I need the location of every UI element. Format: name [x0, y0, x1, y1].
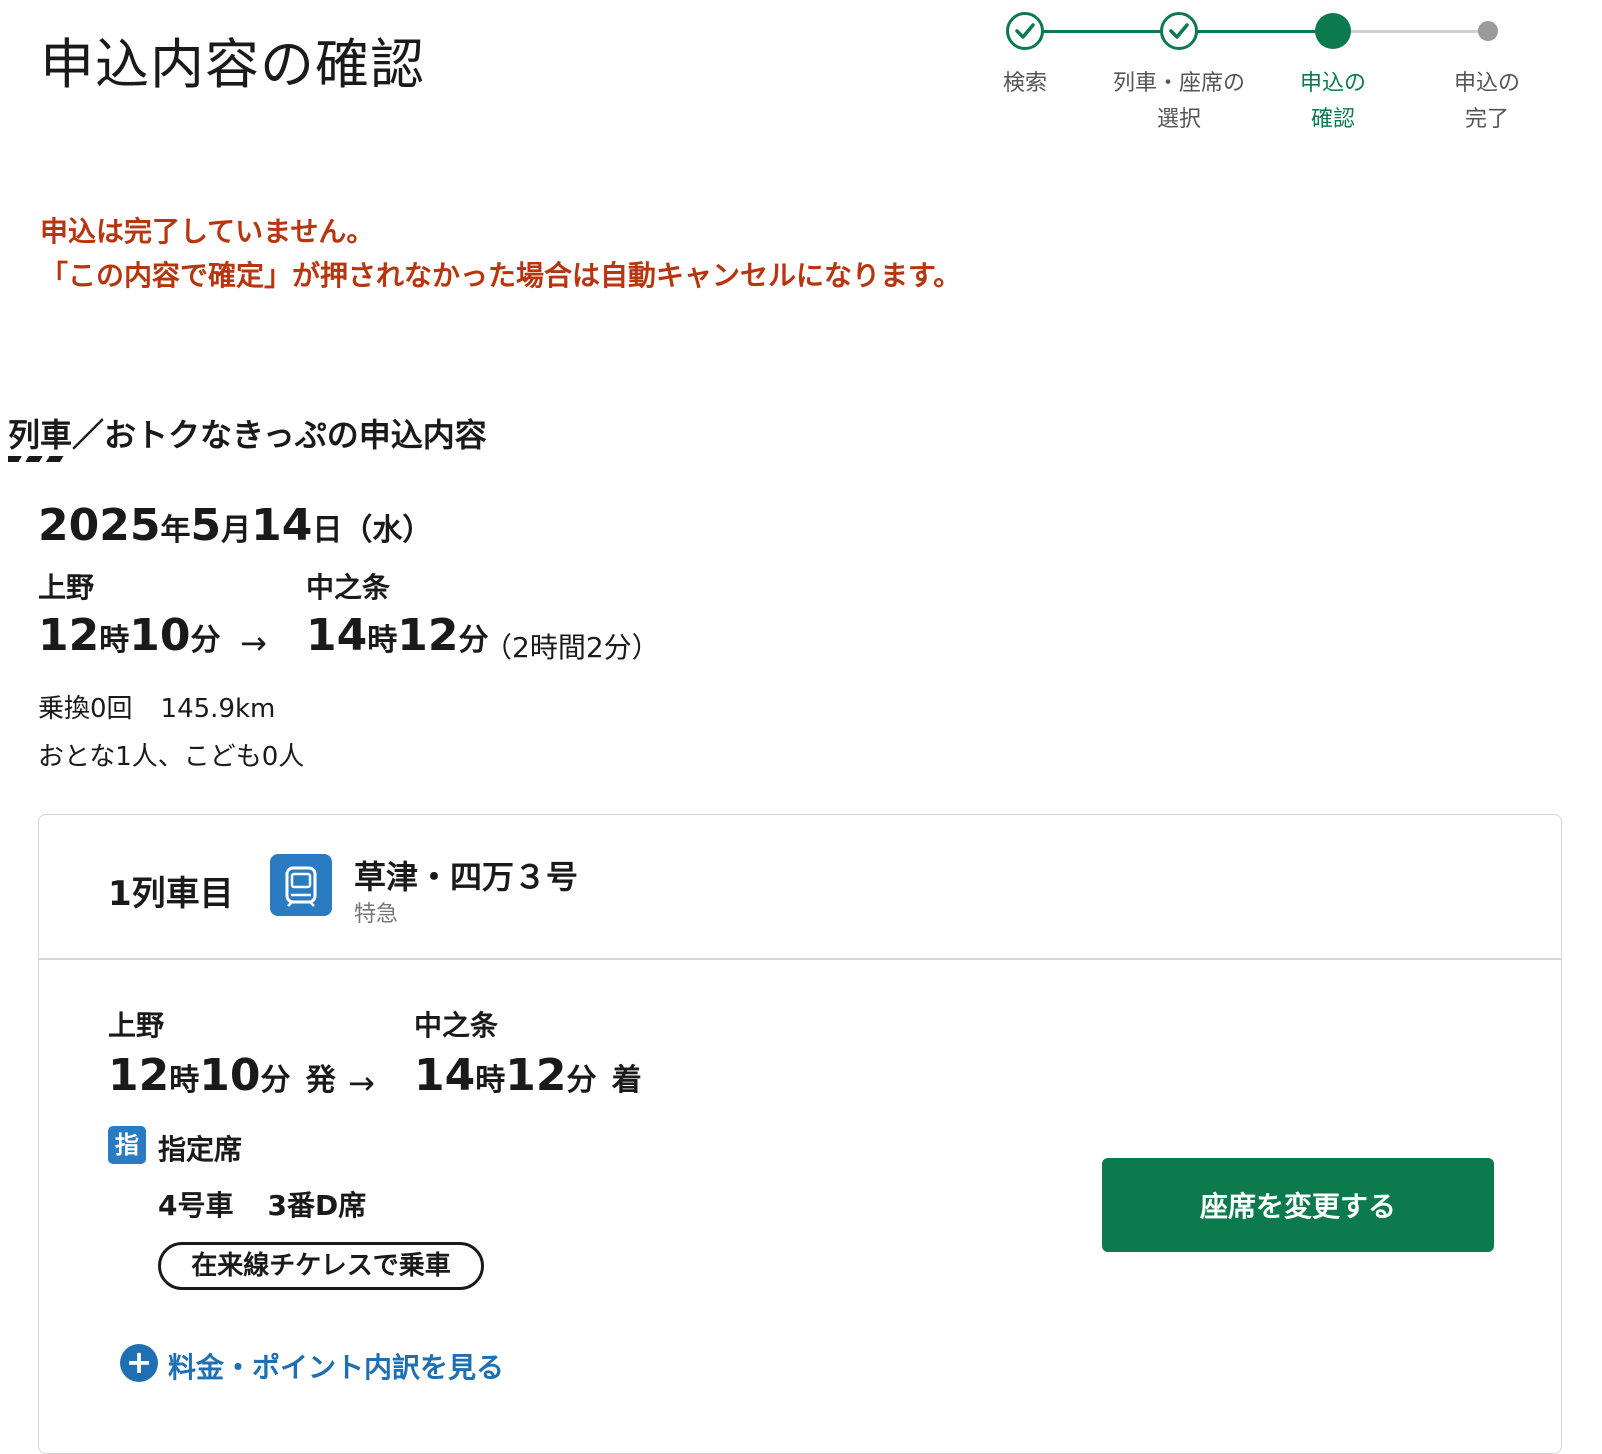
summary-arrive-time: 14時12分 — [306, 610, 489, 661]
summary-duration: （2時間2分） — [484, 631, 660, 664]
summary-from-station: 上野 — [38, 571, 95, 604]
train-card-divider — [38, 958, 1562, 960]
stepper-line-1 — [1025, 30, 1179, 33]
reserved-seat-badge-icon: 指 — [108, 1126, 146, 1164]
step-4-label: 申込の 完了 — [1453, 71, 1520, 132]
step-2-label: 列車・座席の 選択 — [1112, 71, 1245, 132]
train-index-label: 1列車目 — [108, 874, 234, 914]
train-arrow: → — [348, 1064, 375, 1102]
expand-plus-icon[interactable]: + — [120, 1344, 158, 1382]
seat-position: 4号車 3番D席 — [158, 1189, 367, 1222]
summary-to-station: 中之条 — [306, 571, 391, 604]
stepper-line-2 — [1179, 30, 1333, 33]
step-3-current-dot — [1315, 13, 1351, 49]
train-to-station: 中之条 — [414, 1009, 499, 1042]
train-name: 草津・四万３号 — [354, 858, 579, 896]
train-type: 特急 — [354, 902, 399, 927]
warning-line-1: 申込は完了していません。 — [40, 215, 375, 248]
incomplete-warning: 申込は完了していません。 「この内容で確定」が押されなかった場合は自動キャンセル… — [40, 210, 961, 298]
step-1-label: 検索 — [1002, 71, 1047, 96]
warning-line-2: 「この内容で確定」が押されなかった場合は自動キャンセルになります。 — [40, 259, 962, 292]
train-arrive-time: 14時12分 着 — [414, 1050, 642, 1101]
stepper-line-3 — [1333, 30, 1487, 33]
train-depart-time: 12時10分 発 — [108, 1050, 336, 1101]
seat-kind: 指定席 — [158, 1133, 243, 1166]
section-heading: 列車／おトクなきっぷの申込内容 — [8, 416, 487, 454]
page-title: 申込内容の確認 — [40, 33, 425, 96]
summary-transfer-distance: 乗換0回 145.9km — [38, 694, 276, 724]
step-4-pending-dot — [1478, 21, 1498, 41]
step-1-check-icon — [1006, 12, 1044, 50]
travel-date: 2025年5月14日（水） — [38, 500, 433, 551]
train-from-station: 上野 — [108, 1009, 165, 1042]
ticketless-badge: 在来線チケレスで乗車 — [158, 1242, 484, 1290]
section-heading-underline — [8, 456, 66, 462]
step-3-label: 申込の 確認 — [1299, 71, 1366, 132]
summary-depart-time: 12時10分 — [38, 610, 221, 661]
change-seat-button[interactable]: 座席を変更する — [1102, 1158, 1494, 1252]
fare-breakdown-link[interactable]: 料金・ポイント内訳を見る — [168, 1346, 504, 1386]
progress-stepper: 検索 列車・座席の 選択 申込の 確認 申込の 完了 — [1000, 6, 1580, 136]
train-icon — [270, 854, 332, 916]
summary-arrow: → — [240, 624, 267, 662]
summary-passengers: おとな1人、こども0人 — [38, 742, 305, 772]
step-2-check-icon — [1160, 12, 1198, 50]
